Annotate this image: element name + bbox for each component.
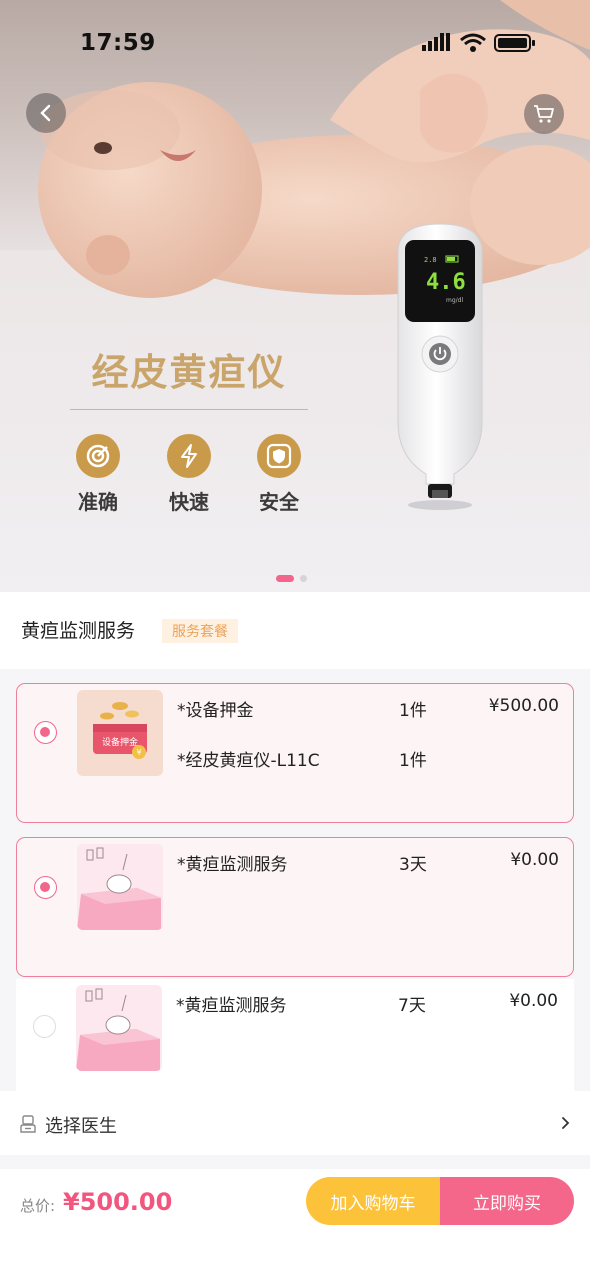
item-price: ¥500.00 bbox=[488, 696, 559, 716]
package-item-row: *经皮黄疸仪-L11C 1件 bbox=[177, 746, 559, 771]
jaundice-meter-image: 2.8 4.6 mg/dl bbox=[397, 223, 483, 510]
device-small-value: 2.8 bbox=[424, 256, 437, 264]
item-name: *黄疸监测服务 bbox=[177, 855, 288, 875]
feature-accurate: 准确 bbox=[66, 434, 130, 515]
service-tag-badge: 服务套餐 bbox=[162, 619, 238, 643]
feature-label: 安全 bbox=[259, 490, 299, 514]
chevron-left-icon bbox=[40, 104, 51, 122]
lightning-icon bbox=[181, 444, 197, 468]
hero-banner[interactable]: 17:59 经皮黄疸仪 准确 快速 安全 2.8 4.6 mg/dl bbox=[0, 0, 590, 592]
baby-bed-illustration bbox=[77, 844, 163, 930]
action-buttons: 加入购物车 立即购买 bbox=[306, 1177, 574, 1225]
service-header: 黄疸监测服务 服务套餐 bbox=[0, 592, 590, 669]
item-name: *黄疸监测服务 bbox=[176, 996, 287, 1016]
battery-icon bbox=[494, 34, 535, 52]
buy-now-button[interactable]: 立即购买 bbox=[440, 1177, 574, 1225]
total-label: 总价: bbox=[20, 1197, 56, 1215]
back-button[interactable] bbox=[26, 93, 66, 133]
monitoring-thumbnail bbox=[77, 844, 163, 930]
cart-icon bbox=[534, 105, 554, 123]
carousel-dot bbox=[300, 575, 307, 582]
doctor-icon bbox=[20, 1115, 36, 1133]
item-qty: 1件 bbox=[399, 751, 427, 771]
coin-card-icon: 设备押金 ¥ bbox=[93, 702, 147, 759]
monitoring-thumbnail bbox=[76, 985, 162, 1071]
status-bar: 17:59 bbox=[0, 0, 590, 88]
feature-fast: 快速 bbox=[157, 434, 221, 515]
package-list: 设备押金 ¥ *设备押金 1件 ¥500.00 *经皮黄疸仪-L11C 1件 *… bbox=[0, 669, 590, 1091]
device-reading: 4.6 bbox=[426, 270, 466, 295]
choose-doctor-row[interactable]: 选择医生 bbox=[0, 1091, 590, 1155]
package-card-deposit[interactable]: 设备押金 ¥ *设备押金 1件 ¥500.00 *经皮黄疸仪-L11C 1件 bbox=[16, 683, 574, 823]
feature-label: 准确 bbox=[78, 490, 118, 514]
package-item-row: *黄疸监测服务 3天 ¥0.00 bbox=[177, 850, 559, 875]
signal-icon bbox=[422, 33, 450, 51]
status-time: 17:59 bbox=[80, 30, 156, 56]
carousel-dot-active bbox=[276, 575, 294, 582]
package-card-7day[interactable]: *黄疸监测服务 7天 ¥0.00 bbox=[16, 979, 574, 1091]
choose-doctor-label: 选择医生 bbox=[45, 1116, 117, 1137]
package-radio[interactable] bbox=[34, 721, 57, 744]
total-price: ¥500.00 bbox=[63, 1188, 173, 1216]
wifi-icon bbox=[460, 33, 486, 52]
feature-safe: 安全 bbox=[247, 434, 311, 515]
item-price: ¥0.00 bbox=[509, 991, 558, 1011]
product-title: 经皮黄疸仪 bbox=[91, 350, 287, 394]
device-unit: mg/dl bbox=[446, 297, 463, 304]
add-to-cart-button[interactable]: 加入购物车 bbox=[306, 1177, 440, 1225]
cart-button[interactable] bbox=[524, 94, 564, 134]
item-name: *设备押金 bbox=[177, 701, 254, 721]
item-qty: 1件 bbox=[399, 701, 427, 721]
package-radio[interactable] bbox=[34, 876, 57, 899]
service-title: 黄疸监测服务 bbox=[21, 620, 136, 642]
item-price: ¥0.00 bbox=[510, 850, 559, 870]
carousel-indicator bbox=[276, 575, 307, 582]
svg-text:¥: ¥ bbox=[136, 748, 141, 757]
checkout-bar: 总价: ¥500.00 加入购物车 立即购买 bbox=[0, 1169, 590, 1282]
baby-bed-illustration bbox=[76, 985, 162, 1071]
item-qty: 3天 bbox=[399, 855, 427, 875]
shield-icon bbox=[266, 443, 292, 469]
package-item-row: *设备押金 1件 ¥500.00 bbox=[177, 696, 559, 721]
deposit-thumbnail: 设备押金 ¥ bbox=[77, 690, 163, 776]
title-divider bbox=[70, 409, 308, 410]
thumb-label: 设备押金 bbox=[102, 736, 138, 748]
package-item-row: *黄疸监测服务 7天 ¥0.00 bbox=[176, 991, 558, 1016]
chevron-right-icon bbox=[562, 1117, 570, 1129]
item-name: *经皮黄疸仪-L11C bbox=[177, 751, 320, 771]
package-radio[interactable] bbox=[33, 1015, 56, 1038]
feature-label: 快速 bbox=[169, 490, 209, 514]
target-icon bbox=[86, 444, 110, 468]
package-card-3day[interactable]: *黄疸监测服务 3天 ¥0.00 bbox=[16, 837, 574, 977]
item-qty: 7天 bbox=[398, 996, 426, 1016]
